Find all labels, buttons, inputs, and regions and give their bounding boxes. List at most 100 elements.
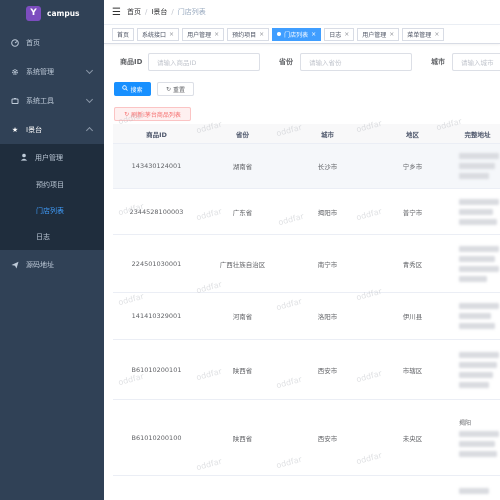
city-cell: 西安市 — [317, 366, 338, 375]
address-cell-redacted — [455, 235, 500, 292]
table-row[interactable] — [113, 476, 500, 500]
close-icon[interactable]: × — [259, 31, 264, 38]
reset-button[interactable]: ↻ 重置 — [157, 82, 194, 96]
close-icon[interactable]: × — [311, 31, 316, 38]
address-cell-redacted: 揭阳 — [455, 400, 500, 475]
send-icon — [11, 261, 19, 269]
table-row[interactable]: B61010200100 陕西省 西安市 未央区 揭阳 — [113, 400, 500, 476]
reset-button-label: 重置 — [173, 86, 186, 94]
sidebar-item-label: 日志 — [36, 233, 50, 241]
tags-view: 首页 系统接口 × 用户管理 × 预约项目 × 门店列表 × 日志 × 用户管理 × 菜单管… — [104, 25, 500, 44]
sidebar-logo-row[interactable]: Y campus — [0, 0, 104, 26]
province-cell: 广东省 — [232, 208, 253, 217]
table-row[interactable]: 143430124001 湖南省 长沙市 宁乡市 — [113, 144, 500, 189]
city-cell: 揭阳市 — [317, 208, 338, 217]
breadcrumb-item[interactable]: I景台 — [151, 7, 167, 17]
close-icon[interactable]: × — [434, 31, 439, 38]
district-cell: 伊川县 — [402, 313, 423, 321]
shop-id-cell: 2344528100003 — [129, 207, 184, 216]
sidebar-item-label: I景台 — [26, 125, 43, 134]
table-row[interactable]: B61010200101 陕西省 西安市 市辖区 — [113, 340, 500, 400]
refresh-icon: ↻ — [165, 85, 171, 93]
column-header: 省份 — [236, 130, 249, 139]
active-dot-icon — [277, 32, 282, 36]
refresh-product-list-button[interactable]: ↻ 刷新i茅台商品列表 — [114, 107, 191, 121]
tag-home[interactable]: 首页 — [112, 27, 135, 41]
city-input[interactable]: 请输入城市 — [452, 53, 500, 71]
breadcrumb-separator: / — [171, 8, 174, 16]
sidebar-item-user-management[interactable]: 用户管理 — [0, 144, 104, 172]
column-header: 地区 — [406, 130, 419, 139]
province-label: 省份 — [279, 58, 293, 66]
province-cell: 河南省 — [232, 313, 253, 321]
sidebar-item-system-management[interactable]: 系统管理 — [0, 57, 104, 86]
tag-label: 预约项目 — [232, 31, 257, 39]
close-icon[interactable]: × — [344, 31, 349, 38]
shop-id-cell: B61010200101 — [131, 365, 182, 374]
table-row[interactable]: 141410329001 河南省 洛阳市 伊川县 — [113, 293, 500, 340]
dashboard-icon — [11, 38, 19, 47]
tag-label: 日志 — [329, 31, 342, 39]
city-cell: 南宁市 — [317, 260, 338, 269]
district-cell: 宁乡市 — [402, 163, 423, 171]
shop-id-cell — [113, 476, 200, 500]
sidebar-item-label: 系统管理 — [26, 67, 54, 76]
tag-user-management-2[interactable]: 用户管理 × — [357, 27, 400, 41]
close-icon[interactable]: × — [214, 31, 219, 38]
tag-user-management[interactable]: 用户管理 × — [182, 27, 225, 41]
shop-id-cell: B61010200100 — [131, 433, 182, 442]
sidebar-item-source-code[interactable]: 源码地址 — [0, 250, 104, 279]
shop-id-cell: 224501030001 — [131, 259, 182, 268]
tag-log[interactable]: 日志 × — [324, 27, 355, 41]
sidebar-item-imaotai[interactable]: ★ I景台 — [0, 115, 104, 144]
tag-label: 菜单管理 — [407, 31, 432, 39]
sidebar-item-store-list[interactable]: 门店列表 — [0, 198, 104, 224]
table-row[interactable]: 2344528100003 广东省 揭阳市 普宁市 — [113, 189, 500, 235]
city-label: 城市 — [431, 58, 445, 66]
hamburger-icon[interactable]: ☰ — [112, 7, 121, 18]
shop-id-cell: 141410329001 — [131, 312, 182, 320]
column-header: 完整地址 — [464, 130, 491, 139]
breadcrumb-separator: / — [144, 8, 148, 16]
province-cell: 广西壮族自治区 — [219, 260, 266, 269]
district-cell — [370, 476, 455, 500]
search-button[interactable]: 搜索 — [114, 82, 151, 96]
tag-label: 首页 — [117, 31, 130, 39]
address-text: 揭阳 — [459, 420, 472, 427]
city-cell: 洛阳市 — [317, 313, 338, 321]
sidebar-item-log[interactable]: 日志 — [0, 224, 104, 250]
tag-system-interface[interactable]: 系统接口 × — [137, 27, 180, 41]
province-input[interactable]: 请输入省份 — [300, 53, 412, 71]
breadcrumb-item[interactable]: 首页 — [127, 7, 141, 17]
chevron-down-icon — [85, 66, 94, 75]
column-header: 城市 — [321, 130, 334, 139]
city-cell: 西安市 — [317, 434, 338, 443]
tag-label: 用户管理 — [187, 31, 212, 39]
refresh-icon: ↻ — [124, 110, 130, 118]
address-cell-redacted — [455, 476, 500, 500]
sidebar-item-system-tools[interactable]: 系统工具 — [0, 86, 104, 115]
star-icon: ★ — [11, 125, 19, 134]
close-icon[interactable]: × — [169, 31, 174, 38]
shop-id-input[interactable]: 请输入商品ID — [148, 53, 260, 71]
table-row[interactable]: 224501030001 广西壮族自治区 南宁市 青秀区 — [113, 235, 500, 293]
column-header: 商品ID — [146, 130, 167, 139]
tag-label: 用户管理 — [362, 31, 387, 39]
sidebar-item-home[interactable]: 首页 — [0, 28, 104, 57]
navbar: ☰ 首页 / I景台 / 门店列表 — [104, 0, 500, 25]
shop-id-label: 商品ID — [120, 58, 143, 66]
gear-icon — [11, 68, 19, 76]
sidebar-submenu: 用户管理 预约项目 门店列表 日志 — [0, 144, 104, 250]
sidebar-item-reservation-projects[interactable]: 预约项目 — [0, 172, 104, 198]
tag-menu-management[interactable]: 菜单管理 × — [402, 27, 445, 41]
city-cell — [285, 476, 370, 500]
search-icon — [122, 85, 129, 93]
search-form: 商品ID 请输入商品ID 省份 请输入省份 城市 请输入城市 — [104, 53, 500, 73]
province-cell — [200, 476, 285, 500]
tag-store-list[interactable]: 门店列表 × — [272, 27, 322, 41]
tag-reservation-projects[interactable]: 预约项目 × — [227, 27, 270, 41]
close-icon[interactable]: × — [389, 31, 394, 38]
chevron-up-icon — [85, 126, 94, 135]
province-cell: 湖南省 — [232, 163, 253, 171]
tag-label: 门店列表 — [284, 31, 309, 39]
